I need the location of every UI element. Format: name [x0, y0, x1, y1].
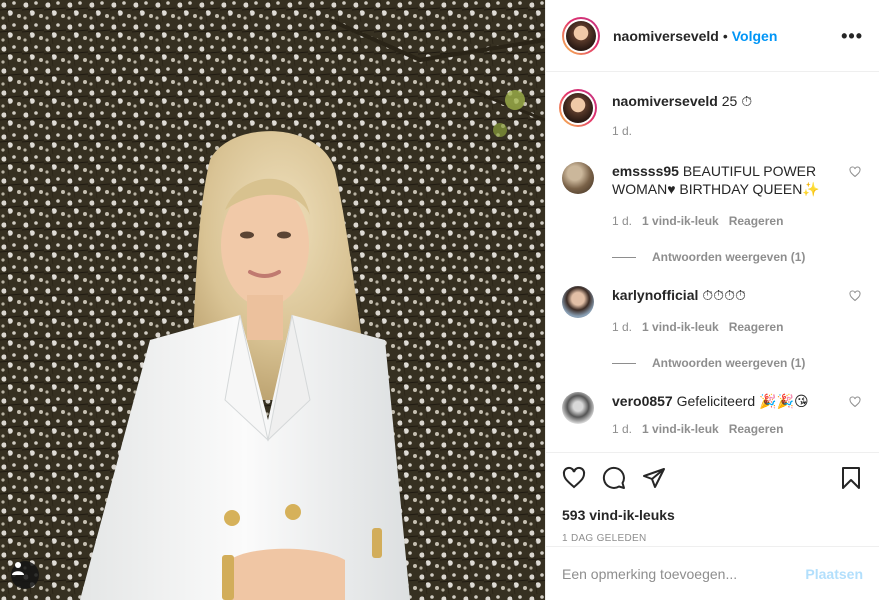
separator-dot: •: [722, 27, 728, 44]
comment-likes[interactable]: 1 vind-ik-leuk: [642, 420, 719, 438]
comment-text: Gefeliciteerd 🎉🎉😘: [676, 393, 809, 409]
comment-username[interactable]: vero0857: [612, 393, 673, 409]
caption-username[interactable]: naomiverseveld: [612, 93, 718, 109]
view-replies-label: Antwoorden weergeven (1): [652, 250, 806, 264]
commenter-avatar[interactable]: [562, 286, 594, 318]
comment-input[interactable]: [562, 565, 806, 582]
follow-button[interactable]: Volgen: [732, 28, 778, 44]
comment-username[interactable]: emssss95: [612, 163, 679, 179]
replies-divider: [612, 256, 636, 258]
view-replies-button[interactable]: Antwoorden weergeven (1): [612, 250, 863, 264]
view-replies-button[interactable]: Antwoorden weergeven (1): [612, 356, 863, 370]
post-date[interactable]: 1 DAG GELEDEN: [562, 533, 863, 544]
reply-button[interactable]: Reageren: [729, 420, 784, 438]
comment-row: vero0857 Gefeliciteerd 🎉🎉😘 1 d. 1 vind-i…: [562, 392, 863, 438]
reply-button[interactable]: Reageren: [729, 212, 784, 230]
comment-time[interactable]: 1 d.: [612, 212, 632, 230]
caption-avatar[interactable]: [559, 89, 597, 127]
comment-likes[interactable]: 1 vind-ik-leuk: [642, 212, 719, 230]
caption-time[interactable]: 1 d.: [612, 122, 632, 140]
comment-likes[interactable]: 1 vind-ik-leuk: [642, 318, 719, 336]
view-replies-label: Antwoorden weergeven (1): [652, 356, 806, 370]
author-username[interactable]: naomiverseveld: [613, 28, 719, 44]
likes-count[interactable]: 593 vind-ik-leuks: [562, 507, 863, 523]
post-side-panel: naomiverseveld • Volgen ••• naomiverseve…: [545, 0, 879, 600]
comment-row: karlynofficial ⏱⏱⏱⏱ 1 d. 1 vind-ik-leuk …: [562, 286, 863, 336]
share-icon[interactable]: [642, 466, 666, 490]
add-comment-bar: Plaatsen: [546, 546, 879, 600]
caption-row: naomiverseveld 25 ⏱ 1 d.: [559, 89, 863, 140]
author-avatar[interactable]: [562, 16, 600, 55]
reply-button[interactable]: Reageren: [729, 318, 784, 336]
comment-time[interactable]: 1 d.: [612, 420, 632, 438]
comment-time[interactable]: 1 d.: [612, 318, 632, 336]
comment-icon[interactable]: [602, 466, 626, 490]
user-tag-button[interactable]: [11, 561, 39, 589]
heart-icon[interactable]: [562, 466, 586, 490]
post-actions: 593 vind-ik-leuks 1 DAG GELEDEN Plaatsen: [546, 452, 879, 600]
photo-image: [0, 0, 545, 600]
commenter-avatar[interactable]: [562, 392, 594, 424]
user-tag-icon: [12, 562, 24, 575]
post-photo[interactable]: [0, 0, 545, 600]
caption-text: 25 ⏱: [721, 93, 753, 109]
more-options-icon[interactable]: •••: [841, 27, 863, 45]
comment-like-icon[interactable]: [849, 396, 861, 408]
post-dialog: naomiverseveld • Volgen ••• naomiverseve…: [0, 0, 879, 600]
replies-divider: [612, 362, 636, 364]
comment-like-icon[interactable]: [849, 290, 861, 302]
comment-text: ⏱⏱⏱⏱: [702, 287, 746, 303]
post-comment-button[interactable]: Plaatsen: [805, 566, 863, 582]
post-header: naomiverseveld • Volgen •••: [546, 0, 879, 72]
bookmark-icon[interactable]: [839, 466, 863, 490]
comment-row: emssss95 BEAUTIFUL POWER WOMAN♥ BIRTHDAY…: [562, 162, 863, 230]
action-icons: [562, 463, 863, 493]
commenter-avatar[interactable]: [562, 162, 594, 194]
comment-like-icon[interactable]: [849, 166, 861, 178]
comment-username[interactable]: karlynofficial: [612, 287, 698, 303]
comments-list[interactable]: naomiverseveld 25 ⏱ 1 d. emssss95 BEAUTI…: [546, 72, 879, 452]
